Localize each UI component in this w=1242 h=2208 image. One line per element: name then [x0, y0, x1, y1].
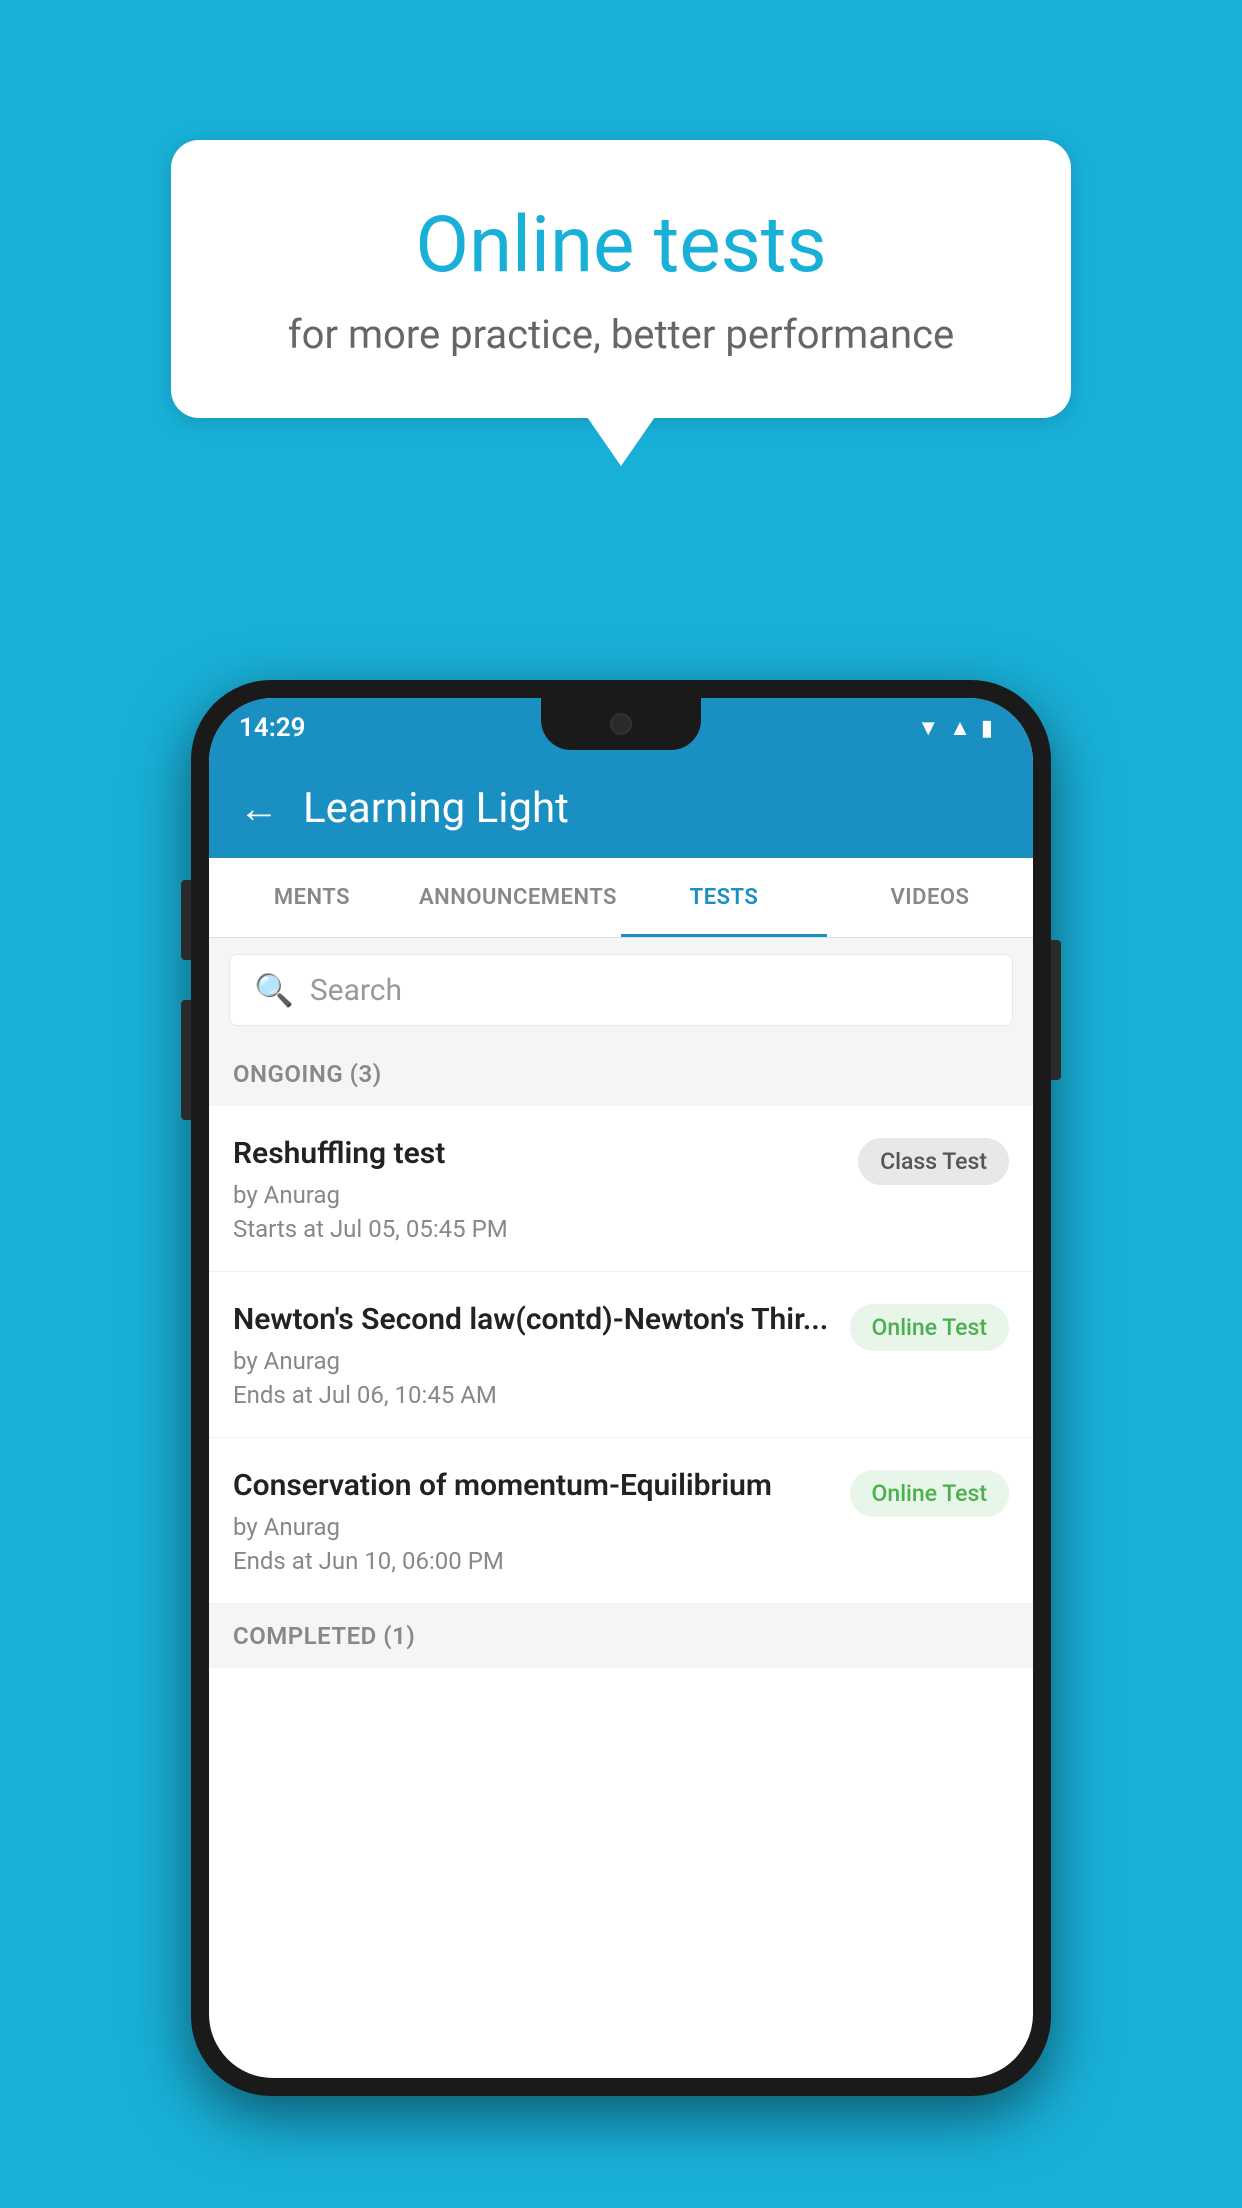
- test-by-2: by Anurag: [233, 1347, 834, 1375]
- status-time: 14:29: [239, 713, 306, 743]
- tab-videos[interactable]: VIDEOS: [827, 858, 1033, 937]
- test-name-2: Newton's Second law(contd)-Newton's Thir…: [233, 1300, 834, 1339]
- test-time-2: Ends at Jul 06, 10:45 AM: [233, 1381, 834, 1409]
- test-item-2[interactable]: Newton's Second law(contd)-Newton's Thir…: [209, 1272, 1033, 1438]
- status-icons: ▼ ▲ ▮: [917, 715, 993, 741]
- test-info-2: Newton's Second law(contd)-Newton's Thir…: [233, 1300, 834, 1409]
- tab-tests[interactable]: TESTS: [621, 858, 827, 937]
- test-info-1: Reshuffling test by Anurag Starts at Jul…: [233, 1134, 842, 1243]
- wifi-icon: ▼: [917, 715, 939, 741]
- tab-announcements[interactable]: ANNOUNCEMENTS: [415, 858, 621, 937]
- phone-side-button-right: [1051, 940, 1061, 1080]
- tabs-container: MENTS ANNOUNCEMENTS TESTS VIDEOS: [209, 858, 1033, 938]
- test-name-1: Reshuffling test: [233, 1134, 842, 1173]
- test-badge-3: Online Test: [850, 1470, 1009, 1517]
- phone-side-button-1: [181, 880, 191, 960]
- tab-ments[interactable]: MENTS: [209, 858, 415, 937]
- speech-bubble-title: Online tests: [251, 200, 991, 291]
- test-by-3: by Anurag: [233, 1513, 834, 1541]
- test-time-1: Starts at Jul 05, 05:45 PM: [233, 1215, 842, 1243]
- completed-section-header: COMPLETED (1): [209, 1604, 1033, 1668]
- ongoing-section-header: ONGOING (3): [209, 1042, 1033, 1106]
- test-badge-2: Online Test: [850, 1304, 1009, 1351]
- app-header: ← Learning Light: [209, 758, 1033, 858]
- test-item-1[interactable]: Reshuffling test by Anurag Starts at Jul…: [209, 1106, 1033, 1272]
- phone-side-button-2: [181, 1000, 191, 1120]
- phone-wrapper: 14:29 ▼ ▲ ▮ ← Learning Light MENTS ANNOU…: [191, 680, 1051, 2096]
- phone-frame: 14:29 ▼ ▲ ▮ ← Learning Light MENTS ANNOU…: [191, 680, 1051, 2096]
- camera-dot: [610, 713, 632, 735]
- test-time-3: Ends at Jun 10, 06:00 PM: [233, 1547, 834, 1575]
- speech-bubble: Online tests for more practice, better p…: [171, 140, 1071, 418]
- search-icon: 🔍: [254, 971, 294, 1009]
- phone-notch: [541, 698, 701, 750]
- test-by-1: by Anurag: [233, 1181, 842, 1209]
- speech-bubble-subtitle: for more practice, better performance: [251, 311, 991, 358]
- speech-bubble-container: Online tests for more practice, better p…: [171, 140, 1071, 418]
- search-input[interactable]: Search: [310, 973, 402, 1008]
- test-list: Reshuffling test by Anurag Starts at Jul…: [209, 1106, 1033, 1604]
- phone-screen: 14:29 ▼ ▲ ▮ ← Learning Light MENTS ANNOU…: [209, 698, 1033, 2078]
- test-info-3: Conservation of momentum-Equilibrium by …: [233, 1466, 834, 1575]
- test-badge-1: Class Test: [858, 1138, 1009, 1185]
- app-title: Learning Light: [303, 784, 569, 833]
- test-item-3[interactable]: Conservation of momentum-Equilibrium by …: [209, 1438, 1033, 1604]
- search-container: 🔍 Search: [209, 938, 1033, 1042]
- test-name-3: Conservation of momentum-Equilibrium: [233, 1466, 834, 1505]
- battery-icon: ▮: [981, 716, 993, 741]
- back-button[interactable]: ←: [239, 785, 279, 832]
- search-bar[interactable]: 🔍 Search: [229, 954, 1013, 1026]
- signal-icon: ▲: [949, 715, 971, 741]
